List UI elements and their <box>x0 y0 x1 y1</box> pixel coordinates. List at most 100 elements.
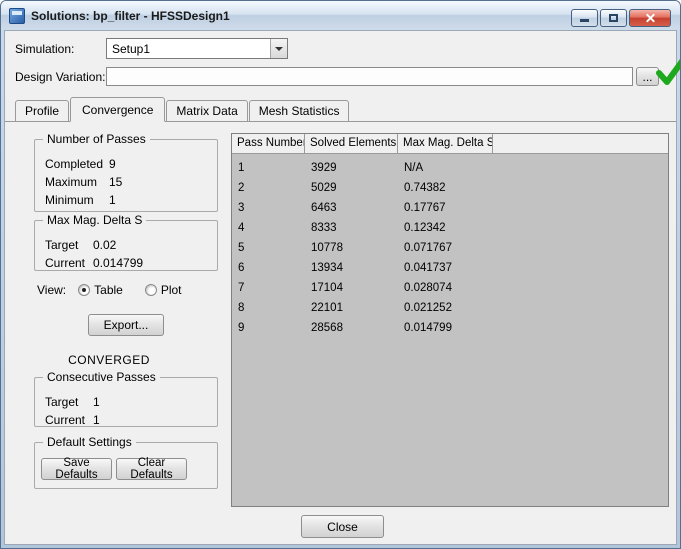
cell-max-mag-delta-s: 0.74382 <box>398 182 493 194</box>
save-defaults-button[interactable]: Save Defaults <box>41 458 112 480</box>
clear-defaults-button[interactable]: Clear Defaults <box>116 458 187 480</box>
view-label: View: <box>37 283 66 297</box>
cell-max-mag-delta-s: 0.041737 <box>398 262 493 274</box>
stat-label: Maximum <box>45 175 109 189</box>
table-row: 4 8333 0.12342 <box>232 218 668 238</box>
table-header: Pass Number Solved Elements Max Mag. Del… <box>232 134 668 154</box>
cell-solved-elements: 10778 <box>305 242 398 254</box>
table-row: 8 22101 0.021252 <box>232 298 668 318</box>
table-row: 5 10778 0.071767 <box>232 238 668 258</box>
cell-pass-number: 6 <box>232 262 305 274</box>
stat-row: Target 0.02 <box>35 236 217 254</box>
cell-max-mag-delta-s: 0.12342 <box>398 222 493 234</box>
column-header-pass-number[interactable]: Pass Number <box>232 134 305 153</box>
close-button[interactable]: Close <box>301 515 384 538</box>
tab-matrix-data[interactable]: Matrix Data <box>166 100 247 122</box>
solutions-window: Solutions: bp_filter - HFSSDesign1 Simul… <box>0 0 681 549</box>
app-icon[interactable] <box>9 8 25 24</box>
simulation-label: Simulation: <box>15 42 74 56</box>
cell-pass-number: 4 <box>232 222 305 234</box>
close-window-button[interactable] <box>629 9 671 27</box>
stat-value: 1 <box>109 193 116 207</box>
cell-solved-elements: 13934 <box>305 262 398 274</box>
stat-label: Target <box>45 238 93 252</box>
cell-pass-number: 8 <box>232 302 305 314</box>
table-row: 7 17104 0.028074 <box>232 278 668 298</box>
cell-pass-number: 3 <box>232 202 305 214</box>
minimize-icon <box>580 19 589 22</box>
maximize-icon <box>609 14 618 22</box>
stat-label: Current <box>45 256 93 270</box>
stat-value: 15 <box>109 175 122 189</box>
table-body: 1 3929 N/A 2 5029 0.74382 3 6463 0.17767… <box>232 154 668 338</box>
stat-label: Target <box>45 395 93 409</box>
group-title: Max Mag. Delta S <box>43 213 146 227</box>
stat-value: 0.02 <box>93 238 116 252</box>
convergence-status: CONVERGED <box>34 353 184 367</box>
stat-label: Current <box>45 413 93 427</box>
radio-plot-label[interactable]: Plot <box>161 283 182 297</box>
combobox-dropdown-button[interactable] <box>270 39 287 58</box>
chevron-down-icon <box>275 47 283 51</box>
cell-solved-elements: 22101 <box>305 302 398 314</box>
stat-row: Completed 9 <box>35 155 217 173</box>
design-variation-field[interactable] <box>106 67 633 86</box>
cell-max-mag-delta-s: N/A <box>398 162 493 174</box>
view-selector: View: Table Plot <box>37 283 204 297</box>
cell-solved-elements: 8333 <box>305 222 398 234</box>
simulation-combobox[interactable]: Setup1 <box>106 38 288 59</box>
titlebar[interactable]: Solutions: bp_filter - HFSSDesign1 <box>1 1 680 30</box>
cell-solved-elements: 5029 <box>305 182 398 194</box>
cell-pass-number: 9 <box>232 322 305 334</box>
table-row: 9 28568 0.014799 <box>232 318 668 338</box>
group-title: Number of Passes <box>43 132 150 146</box>
tab-convergence[interactable]: Convergence <box>70 97 165 122</box>
maximize-button[interactable] <box>600 9 627 27</box>
tab-mesh-statistics[interactable]: Mesh Statistics <box>249 100 350 122</box>
minimize-button[interactable] <box>571 9 598 27</box>
column-header-empty <box>493 134 668 153</box>
column-header-solved-elements[interactable]: Solved Elements <box>305 134 398 153</box>
stat-value: 1 <box>93 413 100 427</box>
solution-valid-check-icon <box>655 55 681 87</box>
cell-max-mag-delta-s: 0.021252 <box>398 302 493 314</box>
stat-row: Minimum 1 <box>35 191 217 209</box>
stat-label: Minimum <box>45 193 109 207</box>
stat-value: 9 <box>109 157 116 171</box>
stat-label: Completed <box>45 157 109 171</box>
consecutive-passes-group: Consecutive Passes Target 1 Current 1 <box>34 377 218 427</box>
group-title: Default Settings <box>43 435 136 449</box>
column-header-max-mag-delta-s[interactable]: Max Mag. Delta S <box>398 134 493 153</box>
table-row: 3 6463 0.17767 <box>232 198 668 218</box>
dialog-body: Simulation: Setup1 Design Variation: ...… <box>4 30 677 545</box>
stat-row: Target 1 <box>35 393 217 411</box>
cell-max-mag-delta-s: 0.071767 <box>398 242 493 254</box>
window-controls <box>571 9 671 27</box>
table-row: 6 13934 0.041737 <box>232 258 668 278</box>
stat-row: Current 1 <box>35 411 217 429</box>
cell-solved-elements: 17104 <box>305 282 398 294</box>
cell-max-mag-delta-s: 0.028074 <box>398 282 493 294</box>
cell-solved-elements: 6463 <box>305 202 398 214</box>
cell-pass-number: 7 <box>232 282 305 294</box>
window-title: Solutions: bp_filter - HFSSDesign1 <box>31 9 230 23</box>
tab-strip: Profile Convergence Matrix Data Mesh Sta… <box>5 98 676 122</box>
cell-pass-number: 1 <box>232 162 305 174</box>
radio-table-label[interactable]: Table <box>94 283 123 297</box>
table-row: 1 3929 N/A <box>232 158 668 178</box>
table-row: 2 5029 0.74382 <box>232 178 668 198</box>
stat-row: Current 0.014799 <box>35 254 217 272</box>
radio-table[interactable] <box>78 284 90 296</box>
export-button[interactable]: Export... <box>88 314 164 336</box>
radio-plot[interactable] <box>145 284 157 296</box>
cell-max-mag-delta-s: 0.17767 <box>398 202 493 214</box>
default-settings-group: Default Settings Save Defaults Clear Def… <box>34 442 218 489</box>
close-icon <box>645 13 656 24</box>
stat-value: 1 <box>93 395 100 409</box>
tab-profile[interactable]: Profile <box>15 100 69 122</box>
group-title: Consecutive Passes <box>43 370 160 384</box>
stat-row: Maximum 15 <box>35 173 217 191</box>
max-mag-delta-s-group: Max Mag. Delta S Target 0.02 Current 0.0… <box>34 220 218 271</box>
cell-max-mag-delta-s: 0.014799 <box>398 322 493 334</box>
simulation-value: Setup1 <box>107 42 270 56</box>
